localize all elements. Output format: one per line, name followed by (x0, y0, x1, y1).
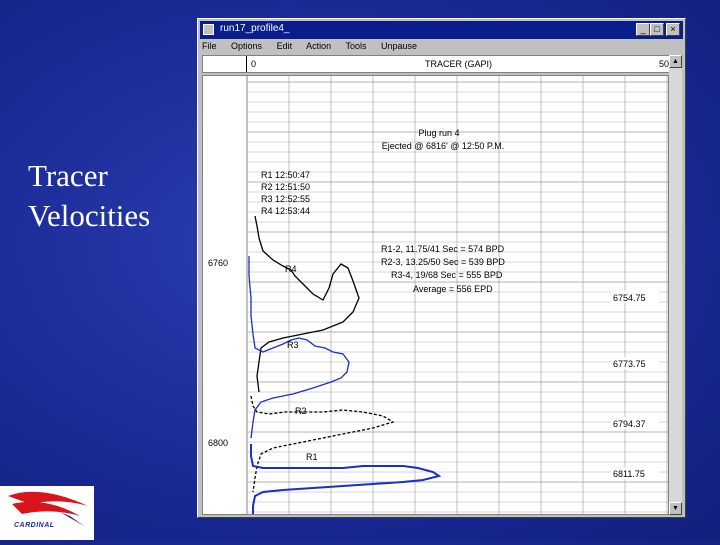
scale-divider (246, 56, 247, 72)
menu-options[interactable]: Options (231, 41, 262, 51)
window-title: run17_profile4_ (220, 23, 290, 34)
scale-min: 0 (251, 59, 257, 69)
cardinal-bird-icon (8, 491, 88, 526)
pass-time: R3 12:52:55 (261, 194, 310, 204)
log-plot: Plug run 4 Ejected @ 6816' @ 12:50 P.M. … (202, 75, 669, 515)
curve-r2 (250, 395, 395, 493)
peak-depth: 6811.75 (613, 469, 645, 479)
curve-name: TRACER (GAPI) (425, 59, 493, 69)
curve-label: R1 (306, 452, 318, 462)
peak-depths: 6754.75 6773.75 6794.37 6811.75 (611, 291, 659, 479)
pass-times: R1 12:50:47 R2 12:51:50 R3 12:52:55 R4 1… (261, 170, 310, 216)
scroll-up-icon[interactable]: ▲ (669, 55, 682, 68)
peak-depth: 6754.75 (613, 293, 646, 303)
peak-depth: 6773.75 (613, 359, 646, 369)
menu-unpause[interactable]: Unpause (381, 41, 417, 51)
menu-action[interactable]: Action (306, 41, 331, 51)
depth-axis: 6760 6800 (205, 256, 241, 448)
curve-label: R4 (285, 264, 297, 274)
ejection-label: Ejected @ 6816' @ 12:50 P.M. (382, 141, 504, 151)
slide-title: Tracer Velocities (28, 156, 188, 236)
minimize-button[interactable]: _ (636, 23, 650, 36)
log-window: run17_profile4_ _ □ × File Options Edit … (197, 18, 686, 518)
maximize-button[interactable]: □ (650, 23, 664, 36)
pass-time: R2 12:51:50 (261, 182, 310, 192)
menu-bar: File Options Edit Action Tools Unpause (202, 41, 681, 55)
close-button[interactable]: × (666, 23, 680, 36)
curve-scale-header: 0 TRACER (GAPI) 500 (202, 55, 681, 73)
velocity-line: Average = 556 EPD (413, 284, 493, 294)
scroll-down-icon[interactable]: ▼ (669, 502, 682, 515)
pass-time: R1 12:50:47 (261, 170, 310, 180)
velocity-line: R3-4, 19/68 Sec = 555 BPD (391, 270, 503, 280)
curve-r4 (254, 215, 360, 393)
curve-r1 (250, 444, 442, 514)
velocity-line: R1-2, 11.75/41 Sec = 574 BPD (381, 244, 505, 254)
window-icon[interactable] (203, 24, 214, 35)
run-label: Plug run 4 (418, 128, 459, 138)
curve-label: R2 (295, 406, 307, 416)
velocity-results: R1-2, 11.75/41 Sec = 574 BPD R2-3, 13.25… (381, 244, 505, 294)
pass-time: R4 12:53:44 (261, 206, 310, 216)
slide-title-line1: Tracer (28, 158, 108, 193)
window-titlebar[interactable]: run17_profile4_ _ □ × (200, 21, 683, 39)
cardinal-logo: CARDINAL (0, 486, 94, 540)
depth-label: 6760 (208, 258, 228, 268)
curve-label: R3 (287, 340, 299, 350)
peak-depth: 6794.37 (613, 419, 646, 429)
slide-title-line2: Velocities (28, 198, 151, 233)
logo-text: CARDINAL (14, 522, 55, 529)
menu-tools[interactable]: Tools (345, 41, 366, 51)
vertical-scrollbar[interactable]: ▲ ▼ (669, 55, 682, 515)
velocity-line: R2-3, 13.25/50 Sec = 539 BPD (381, 257, 505, 267)
depth-label: 6800 (208, 438, 228, 448)
menu-edit[interactable]: Edit (277, 41, 293, 51)
menu-file[interactable]: File (202, 41, 217, 51)
